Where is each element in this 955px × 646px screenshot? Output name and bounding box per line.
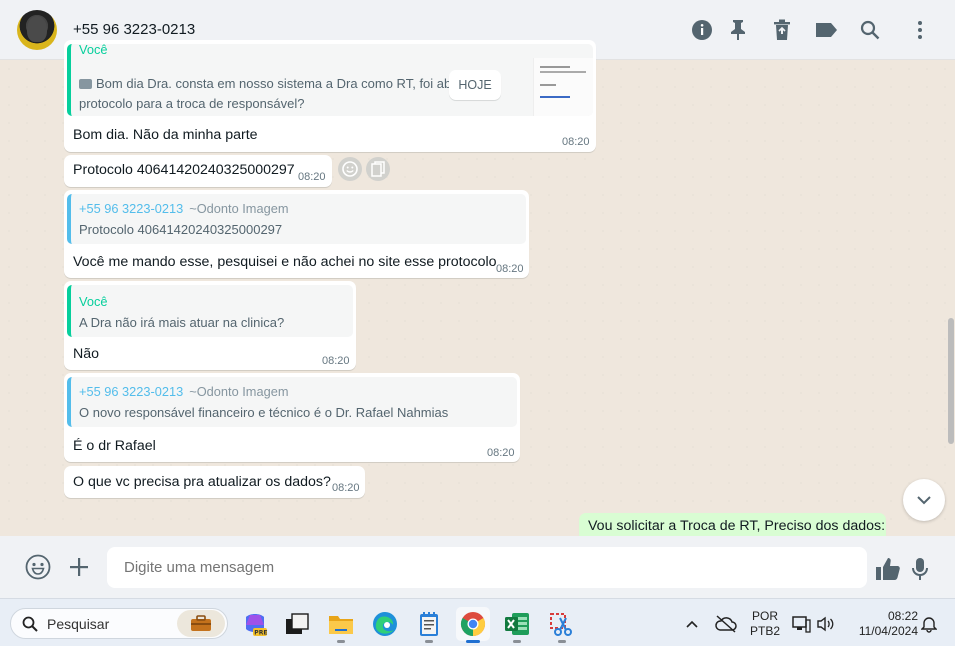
clock[interactable]: 08:22 11/04/2024 — [846, 609, 918, 639]
quote-author-number: +55 96 3223-0213 — [79, 384, 184, 399]
attach-plus-icon[interactable] — [64, 552, 94, 582]
chevron-up-icon[interactable] — [677, 607, 707, 641]
quote-author-number: +55 96 3223-0213 — [79, 201, 184, 216]
avatar[interactable] — [17, 10, 57, 50]
emoji-icon[interactable] — [23, 552, 53, 582]
quote-text: O novo responsável financeiro e técnico … — [79, 405, 449, 420]
chat-scrollbar[interactable] — [946, 60, 955, 536]
message-text: Protocolo 40641420240325000297 — [73, 162, 295, 178]
app-running-indicator — [337, 640, 345, 643]
quote-push-name: ~Odonto Imagem — [189, 384, 289, 399]
taskbar-search-label: Pesquisar — [47, 616, 110, 632]
search-icon — [22, 616, 38, 632]
excel-icon[interactable] — [500, 607, 534, 643]
copilot-app-icon[interactable]: PRE — [238, 607, 272, 641]
message-bubble[interactable]: O que vc precisa pra atualizar os dados?… — [64, 466, 365, 498]
message-text: Não — [73, 346, 100, 362]
quote-push-name: ~Odonto Imagem — [189, 201, 289, 216]
quote-text: Protocolo 40641420240325000297 — [79, 222, 283, 237]
message-text: Você me mando esse, pesquisei e não ache… — [73, 254, 497, 270]
message-time: 08:20 — [298, 171, 326, 183]
message-bubble[interactable]: +55 96 3223-0213 ~Odonto Imagem Protocolo… — [64, 190, 529, 278]
language-indicator[interactable]: POR PTB2 — [748, 609, 782, 639]
more-icon[interactable] — [907, 17, 933, 43]
task-view-icon[interactable] — [280, 607, 314, 641]
message-text: É o dr Rafael — [73, 438, 156, 454]
quote-author: +55 96 3223-0213 ~Odonto Imagem — [79, 384, 288, 399]
app-running-indicator — [513, 640, 521, 643]
message-text: O que vc precisa pra atualizar os dados? — [73, 474, 331, 490]
message-time: 08:20 — [322, 355, 350, 367]
message-time: 08:20 — [562, 136, 590, 148]
date-chip: HOJE — [449, 70, 501, 100]
copy-icon[interactable] — [366, 157, 390, 181]
label-icon[interactable] — [813, 17, 839, 43]
scroll-thumb[interactable] — [948, 318, 954, 444]
search-icon[interactable] — [857, 17, 883, 43]
pin-icon[interactable] — [725, 17, 751, 43]
volume-icon[interactable] — [812, 607, 838, 641]
app-running-indicator — [425, 640, 433, 643]
thumbs-up-icon[interactable] — [873, 554, 903, 584]
outgoing-message-bubble[interactable]: Vou solicitar a Troca de RT, Preciso dos… — [579, 513, 886, 536]
file-explorer-icon[interactable] — [324, 607, 358, 643]
windows-taskbar: Pesquisar PRE POR PTB2 08:22 11/04/2024 — [0, 598, 955, 646]
scroll-to-bottom-button[interactable] — [903, 479, 945, 521]
briefcase-icon — [177, 610, 225, 637]
cloud-offline-icon[interactable] — [711, 607, 741, 641]
clock-date: 11/04/2024 — [858, 624, 918, 638]
compose-bar — [0, 536, 955, 598]
delete-icon[interactable] — [769, 17, 795, 43]
camera-icon — [79, 79, 92, 89]
message-bubble[interactable]: +55 96 3223-0213 ~Odonto Imagem O novo re… — [64, 373, 520, 462]
contact-name[interactable]: +55 96 3223-0213 — [73, 21, 195, 38]
message-time: 08:20 — [332, 482, 360, 494]
microphone-icon[interactable] — [905, 554, 935, 584]
quote-text: Bom dia Dra. consta em nosso sistema a D… — [79, 74, 509, 114]
message-bubble[interactable]: Você A Dra não irá mais atuar na clinica… — [64, 281, 356, 370]
message-text: Bom dia. Não da minha parte — [73, 127, 258, 143]
app-active-indicator — [466, 640, 480, 643]
message-time: 08:20 — [487, 447, 515, 459]
clock-time: 08:22 — [887, 609, 918, 623]
quoted-message[interactable]: Você A Dra não irá mais atuar na clinica… — [67, 285, 353, 337]
notepad-icon[interactable] — [412, 607, 446, 643]
quote-text: A Dra não irá mais atuar na clinica? — [79, 315, 285, 330]
message-bubble[interactable]: Você Bom dia Dra. consta em nosso sistem… — [64, 40, 596, 152]
message-time: 08:20 — [496, 263, 524, 275]
language-code: POR — [751, 609, 778, 623]
app-running-indicator — [558, 640, 566, 643]
snipping-tool-icon[interactable] — [545, 607, 579, 643]
chevron-down-icon — [917, 496, 931, 505]
emoji-react-button[interactable] — [338, 157, 362, 181]
quote-author: Você — [79, 44, 108, 57]
quote-thumbnail — [533, 58, 593, 116]
message-bubble[interactable]: Protocolo 40641420240325000297 08:20 — [64, 155, 332, 187]
quote-author: Você — [79, 294, 108, 309]
message-input[interactable] — [107, 547, 867, 588]
quote-text-value: Bom dia Dra. consta em nosso sistema a D… — [79, 76, 496, 111]
edge-browser-icon[interactable] — [368, 607, 402, 641]
quoted-message[interactable]: +55 96 3223-0213 ~Odonto Imagem Protocolo… — [67, 194, 526, 244]
taskbar-search[interactable]: Pesquisar — [10, 608, 228, 639]
chrome-browser-icon[interactable] — [456, 607, 490, 643]
info-icon[interactable] — [689, 17, 715, 43]
message-text: Vou solicitar a Troca de RT, Preciso dos… — [588, 518, 886, 534]
quoted-message[interactable]: +55 96 3223-0213 ~Odonto Imagem O novo re… — [67, 377, 517, 427]
network-icon[interactable] — [787, 607, 815, 641]
quoted-message[interactable]: Você Bom dia Dra. consta em nosso sistem… — [67, 44, 593, 116]
svg-text:PRE: PRE — [254, 630, 267, 637]
quote-author: +55 96 3223-0213 ~Odonto Imagem — [79, 201, 288, 216]
keyboard-layout: PTB2 — [749, 624, 780, 638]
notification-bell-icon[interactable] — [916, 607, 942, 641]
